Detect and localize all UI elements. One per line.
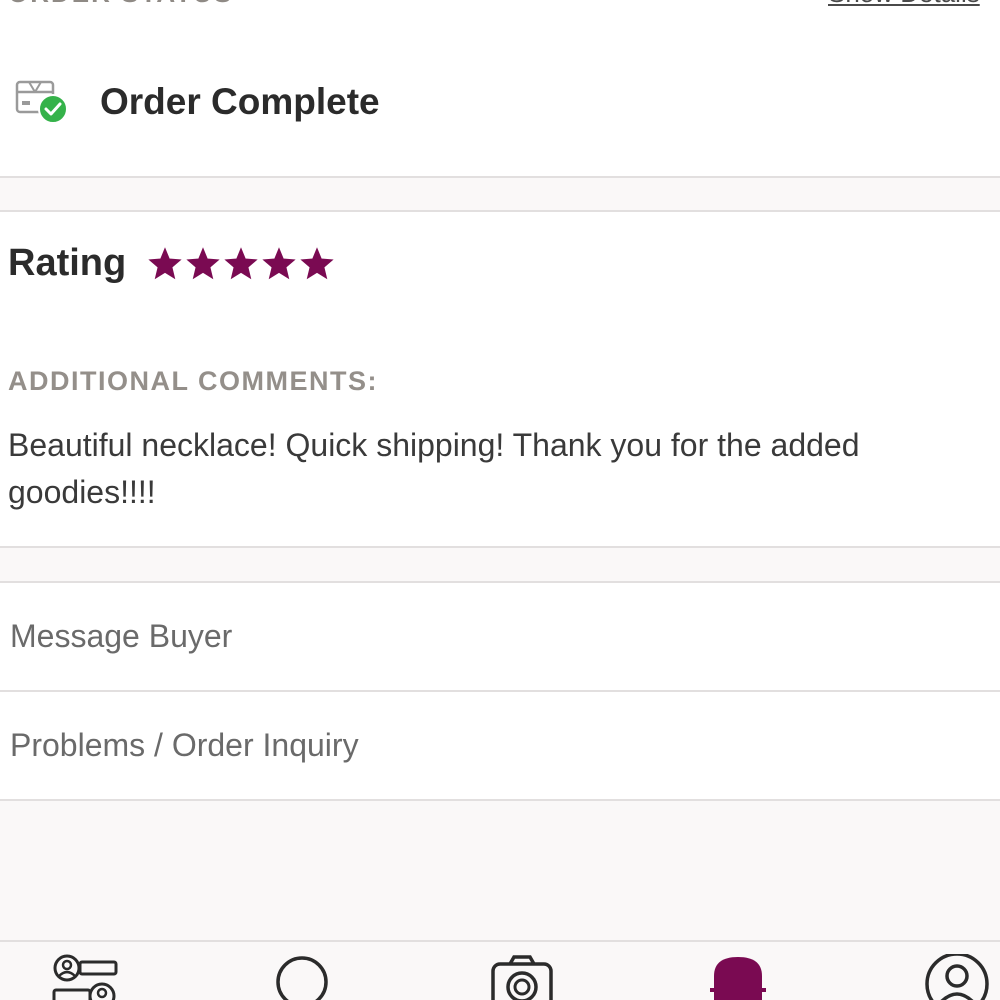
message-buyer-button[interactable]: Message Buyer — [0, 583, 1000, 692]
star-icon — [224, 246, 258, 279]
rating-row: Rating — [8, 242, 334, 285]
order-status-section-label: ORDER STATUS — [8, 0, 233, 9]
order-status-row: Order Complete — [14, 74, 380, 130]
nav-search[interactable] — [272, 954, 352, 1000]
rating-card: Rating ADDITIONAL COMMENTS: Beautiful ne… — [0, 210, 1000, 548]
camera-icon — [491, 955, 553, 1000]
search-icon — [276, 956, 328, 1000]
bottom-nav — [0, 940, 1000, 1000]
additional-comments-text: Beautiful necklace! Quick shipping! Than… — [8, 427, 860, 510]
star-icon — [148, 246, 182, 279]
star-icon — [262, 246, 296, 279]
order-status-card: ORDER STATUS Show Details Order Complete — [0, 0, 1000, 178]
order-status-title: Order Complete — [100, 81, 380, 122]
nav-closet[interactable] — [706, 954, 786, 1000]
closet-icon — [710, 957, 766, 1000]
feed-icon — [52, 954, 118, 1000]
star-icon — [300, 246, 334, 279]
additional-comments-label: ADDITIONAL COMMENTS: — [8, 366, 378, 396]
nav-account[interactable] — [924, 954, 1000, 1000]
order-inquiry-button[interactable]: Problems / Order Inquiry — [0, 692, 1000, 801]
account-icon — [925, 954, 989, 1000]
rating-label: Rating — [8, 242, 127, 284]
order-actions-list: Message Buyer Problems / Order Inquiry — [0, 581, 1000, 801]
show-details-link[interactable]: Show Details — [828, 0, 980, 9]
nav-sell[interactable] — [490, 954, 570, 1000]
star-icon — [186, 246, 220, 279]
rating-stars — [148, 246, 334, 281]
order-complete-icon — [14, 74, 72, 130]
order-detail-page: ORDER STATUS Show Details Order Complete… — [0, 0, 1000, 1000]
nav-feed[interactable] — [50, 954, 130, 1000]
